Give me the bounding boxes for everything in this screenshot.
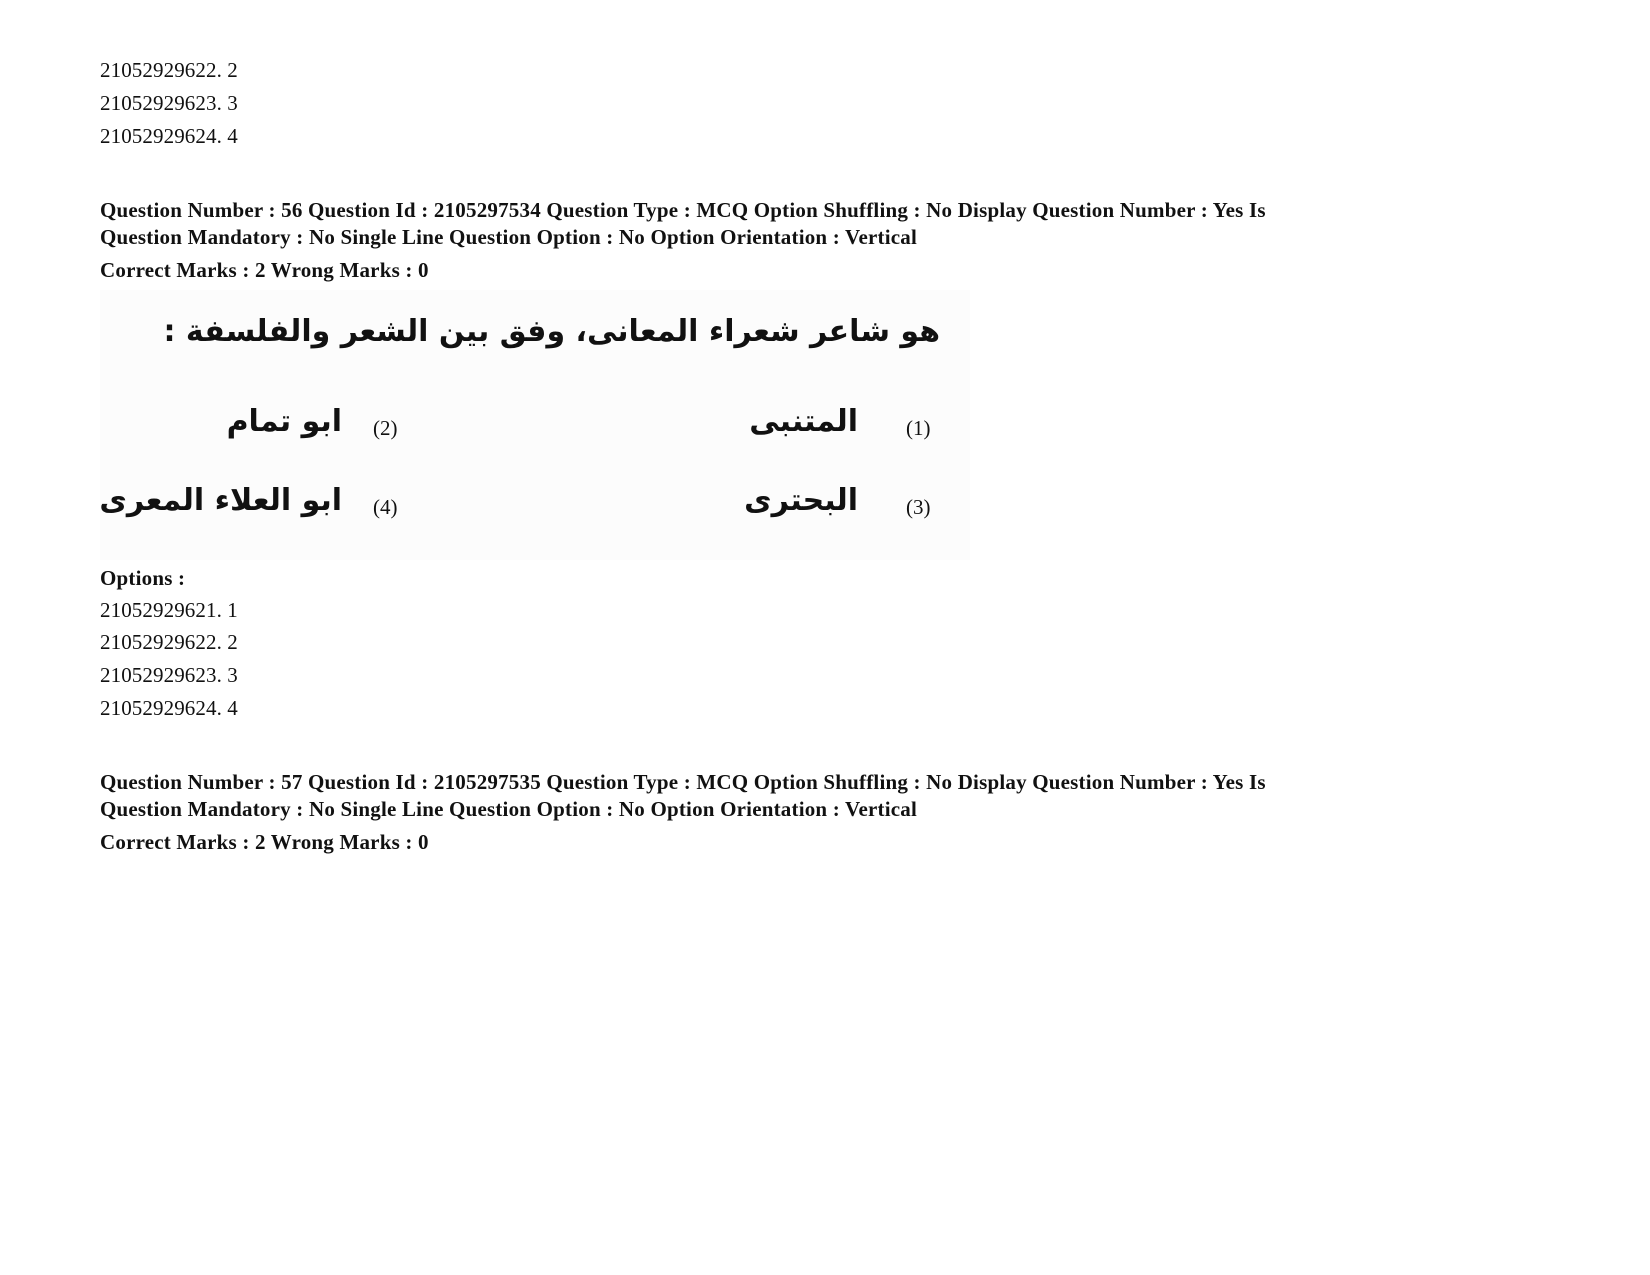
q56-header-line1: Question Number : 56 Question Id : 21052… [100,198,1266,222]
q56-header-line2: Question Mandatory : No Single Line Ques… [100,225,917,249]
q56-question-text: هو شاعر شعراء المعانى، وفق بين الشعر وال… [163,314,940,349]
q56-question-image: هو شاعر شعراء المعانى، وفق بين الشعر وال… [99,290,970,560]
q56-option-4: 21052929624. 4 [100,696,238,720]
q56-choice-2-number: (2) [373,416,398,440]
q56-option-2: 21052929622. 2 [100,630,238,654]
q56-choice-1-text: المتنبى [749,404,858,439]
q56-marks: Correct Marks : 2 Wrong Marks : 0 [100,258,429,282]
q56-choice-1-number: (1) [906,416,931,440]
q56-choice-4-number: (4) [373,495,398,519]
q56-choice-2-text: ابو تمام [226,404,342,439]
prev-option-2: 21052929622. 2 [100,58,238,82]
q56-choice-4-text: ابو العلاء المعرى [99,483,342,518]
q57-marks: Correct Marks : 2 Wrong Marks : 0 [100,830,429,854]
q56-choice-3-text: البحترى [744,483,858,518]
prev-option-4: 21052929624. 4 [100,124,238,148]
q56-choice-3-number: (3) [906,495,931,519]
q57-header-line2: Question Mandatory : No Single Line Ques… [100,797,917,821]
q56-options-label: Options : [100,566,186,590]
q56-option-1: 21052929621. 1 [100,598,238,622]
prev-option-3: 21052929623. 3 [100,91,238,115]
q56-option-3: 21052929623. 3 [100,663,238,687]
q57-header-line1: Question Number : 57 Question Id : 21052… [100,770,1266,794]
